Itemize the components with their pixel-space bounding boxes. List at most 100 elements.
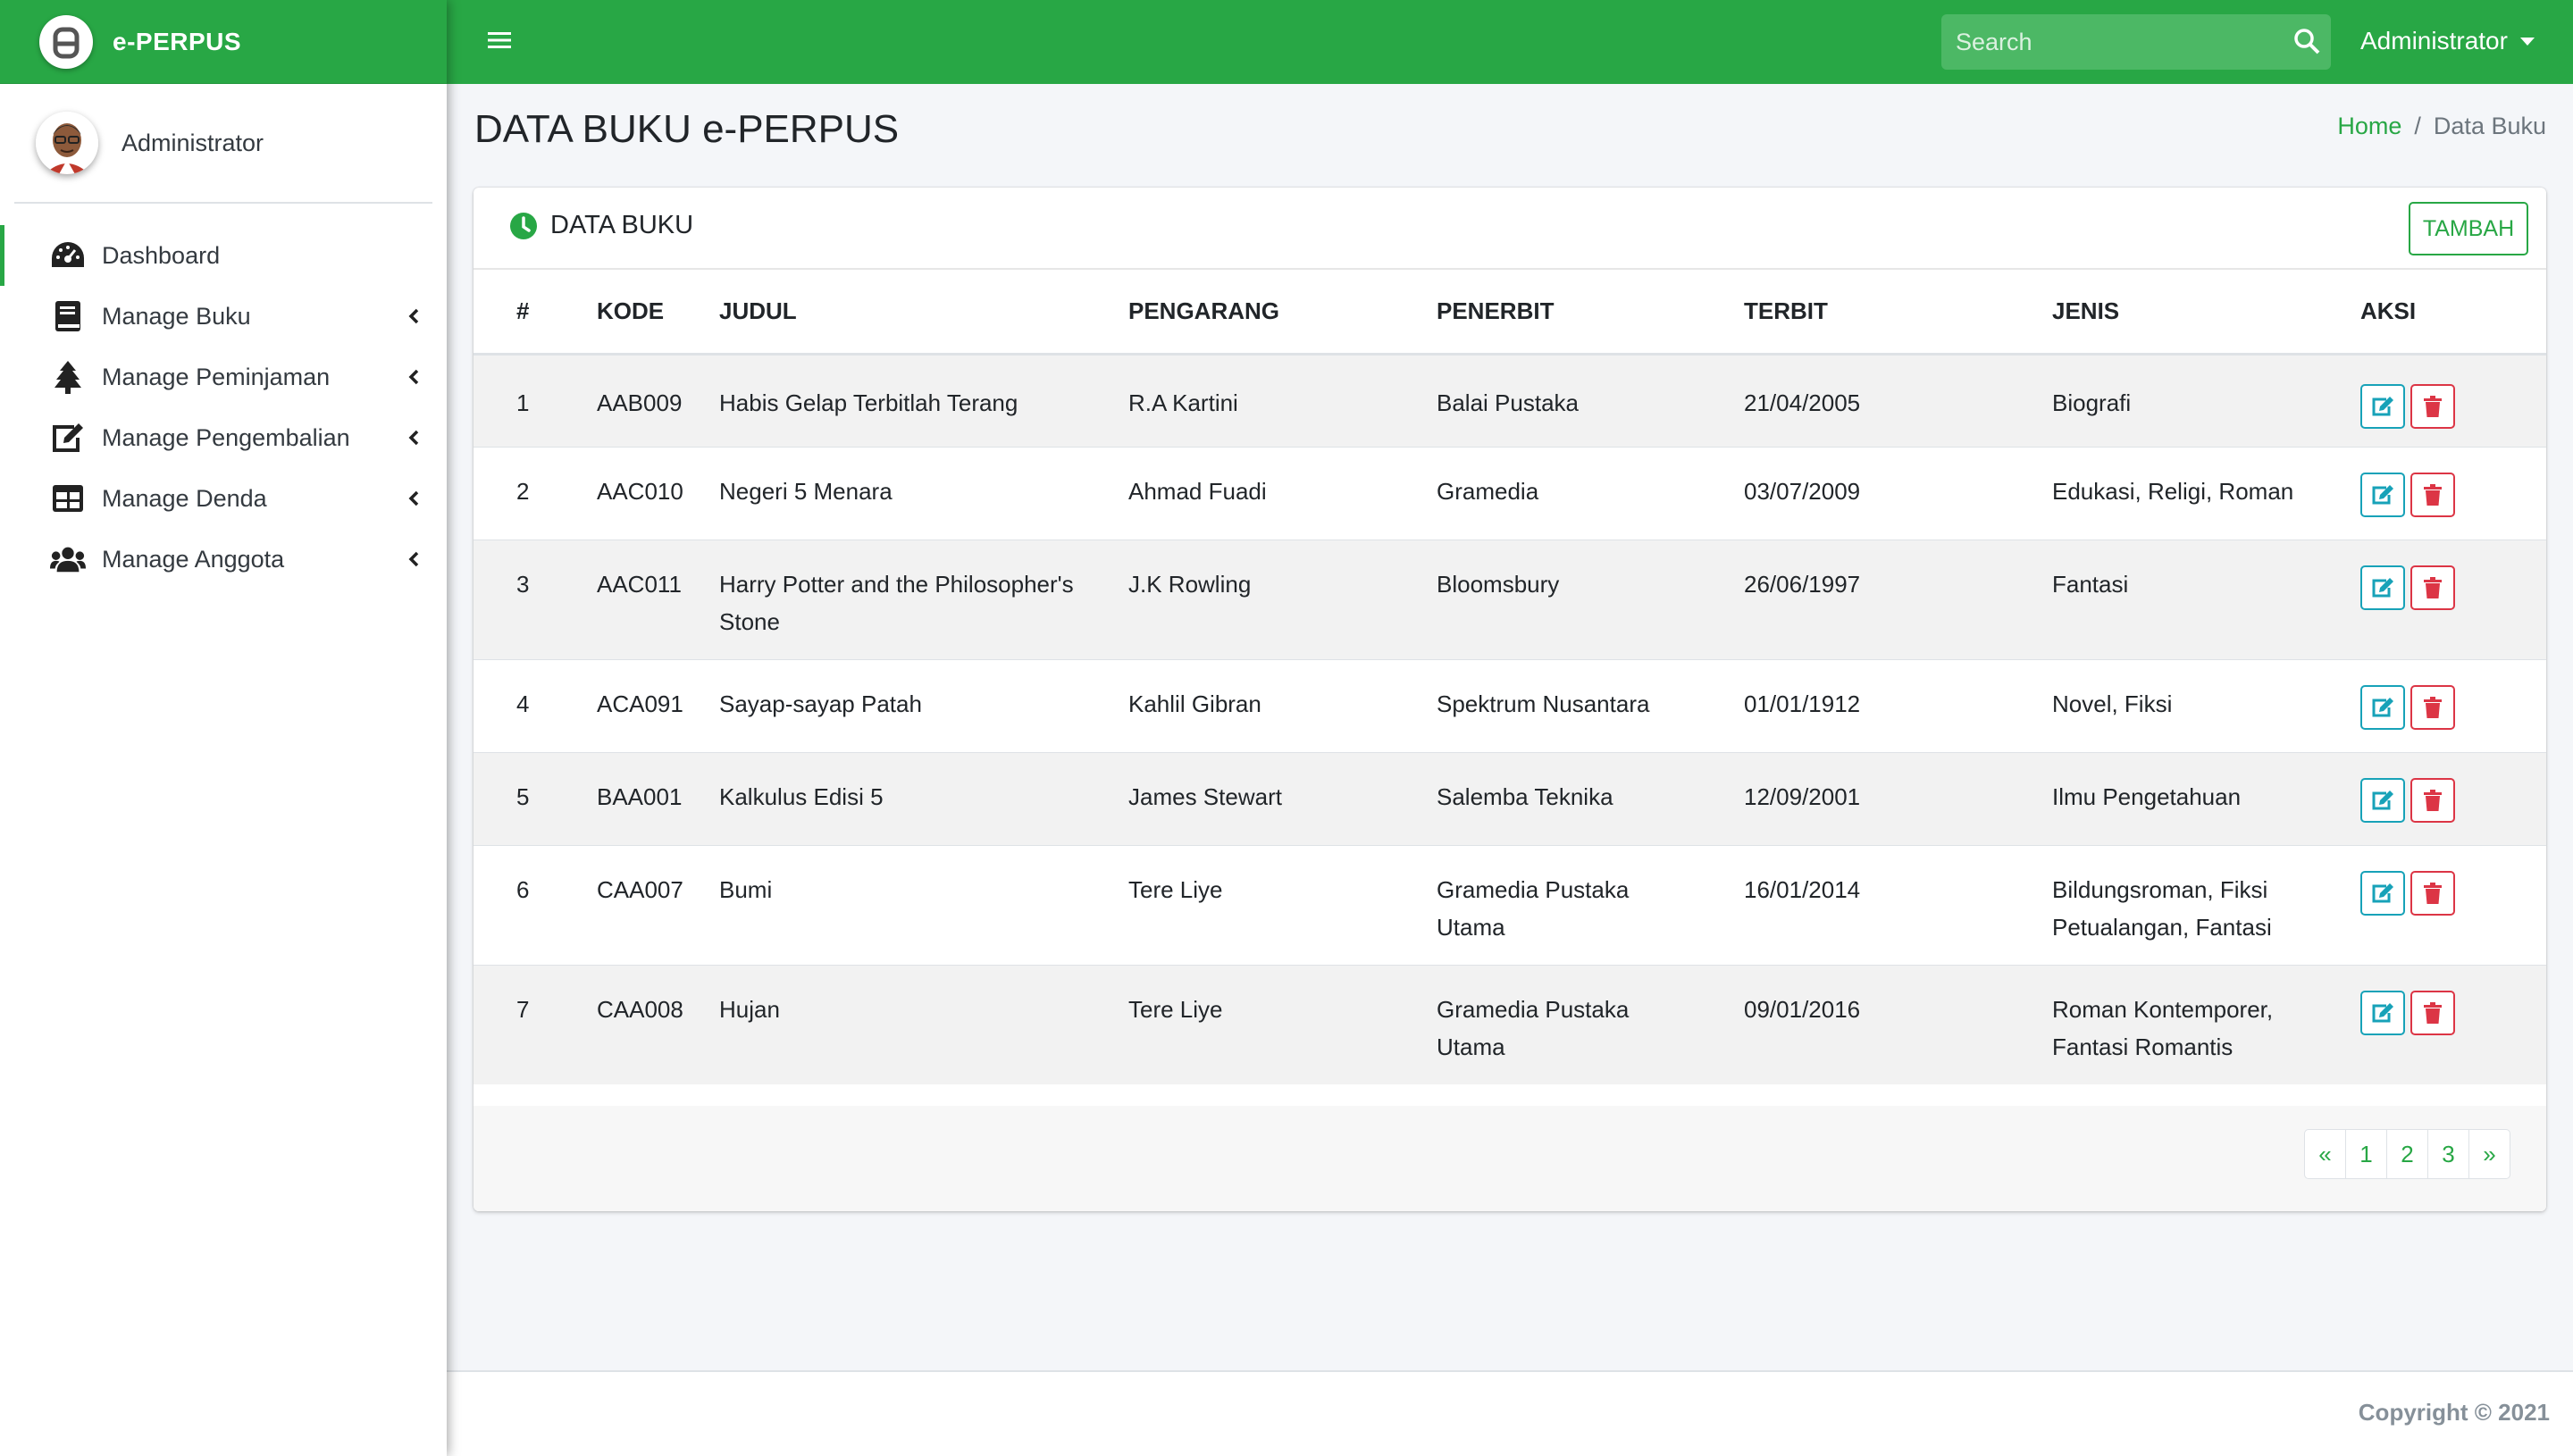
table-row: 6 CAA007 Bumi Tere Liye Gramedia Pustaka…: [474, 844, 2546, 965]
clock-icon: [510, 212, 537, 239]
chevron-left-icon: [407, 368, 420, 390]
cell-aksi: [2360, 353, 2546, 447]
delete-button[interactable]: [2410, 777, 2455, 823]
tachometer-icon: [50, 238, 86, 273]
table-row: 5 BAA001 Kalkulus Edisi 5 James Stewart …: [474, 751, 2546, 845]
cell-terbit: 03/07/2009: [1744, 446, 2052, 540]
delete-button[interactable]: [2410, 472, 2455, 517]
cell-aksi: [2360, 751, 2546, 845]
edit-button[interactable]: [2360, 777, 2405, 823]
edit-button[interactable]: [2360, 565, 2405, 610]
brand-link[interactable]: e-PERPUS: [0, 0, 447, 84]
pagination-page-2[interactable]: 2: [2386, 1129, 2428, 1179]
user-dropdown[interactable]: Administrator: [2360, 27, 2535, 55]
cell-penerbit: Gramedia Pustaka Utama: [1437, 844, 1744, 965]
edit-button[interactable]: [2360, 684, 2405, 730]
chevron-left-icon: [407, 307, 420, 330]
pagination-page-3[interactable]: 3: [2427, 1129, 2469, 1179]
cell-pengarang: R.A Kartini: [1128, 353, 1437, 447]
edit-button[interactable]: [2360, 990, 2405, 1035]
cell-aksi: [2360, 964, 2546, 1084]
edit-icon: [2372, 1002, 2393, 1022]
delete-button[interactable]: [2410, 684, 2455, 730]
cell-jenis: Fantasi: [2052, 539, 2360, 659]
sidebar-item-manage-peminjaman[interactable]: Manage Peminjaman: [0, 347, 447, 407]
cell-aksi: [2360, 658, 2546, 752]
edit-icon: [2372, 396, 2393, 415]
brand-logo-icon: [39, 14, 93, 69]
delete-button[interactable]: [2410, 383, 2455, 429]
cell-judul: Bumi: [719, 844, 1128, 965]
cell-pengarang: Kahlil Gibran: [1128, 658, 1437, 752]
sidebar-item-manage-anggota[interactable]: Manage Anggota: [0, 529, 447, 590]
delete-button[interactable]: [2410, 870, 2455, 916]
sidebar: e-PERPUS Administrator Dashboard Manage …: [0, 0, 447, 1456]
cell-no: 6: [474, 844, 597, 965]
column-header: #: [474, 270, 597, 356]
cell-judul: Harry Potter and the Philosopher's Stone: [719, 539, 1128, 659]
sidebar-item-manage-pengembalian[interactable]: Manage Pengembalian: [0, 407, 447, 468]
table-row: 7 CAA008 Hujan Tere Liye Gramedia Pustak…: [474, 964, 2546, 1084]
cell-no: 3: [474, 539, 597, 659]
edit-button[interactable]: [2360, 870, 2405, 916]
cell-pengarang: Ahmad Fuadi: [1128, 446, 1437, 540]
caret-down-icon: [2519, 37, 2535, 46]
trash-icon: [2424, 696, 2442, 718]
edit-icon: [2372, 577, 2393, 597]
cell-jenis: Roman Kontemporer, Fantasi Romantis: [2052, 964, 2360, 1084]
sidebar-user-name: Administrator: [122, 129, 264, 156]
books-table: # KODE JUDUL PENGARANG PENERBIT TERBIT J…: [474, 270, 2546, 1084]
breadcrumb-home-link[interactable]: Home: [2337, 113, 2401, 140]
edit-icon: [2372, 883, 2393, 902]
breadcrumb-current: Data Buku: [2433, 113, 2546, 139]
hamburger-menu-icon[interactable]: [488, 30, 511, 54]
delete-button[interactable]: [2410, 565, 2455, 610]
column-header: PENERBIT: [1437, 270, 1744, 356]
cell-no: 2: [474, 446, 597, 540]
cell-aksi: [2360, 844, 2546, 965]
trash-icon: [2424, 882, 2442, 904]
book-icon: [50, 298, 86, 334]
cell-penerbit: Balai Pustaka: [1437, 353, 1744, 447]
cell-terbit: 09/01/2016: [1744, 964, 2052, 1084]
delete-button[interactable]: [2410, 990, 2455, 1035]
sidebar-item-manage-buku[interactable]: Manage Buku: [0, 286, 447, 347]
add-book-button[interactable]: TAMBAH: [2409, 202, 2528, 255]
edit-icon: [2372, 790, 2393, 809]
chevron-left-icon: [407, 550, 420, 573]
search-box: [1941, 14, 2331, 70]
sidebar-item-dashboard[interactable]: Dashboard: [0, 225, 447, 286]
cell-terbit: 12/09/2001: [1744, 751, 2052, 845]
table-body: 1 AAB009 Habis Gelap Terbitlah Terang R.…: [474, 353, 2546, 1084]
cell-no: 5: [474, 751, 597, 845]
table-header-row: # KODE JUDUL PENGARANG PENERBIT TERBIT J…: [474, 270, 2546, 356]
user-dropdown-label: Administrator: [2360, 27, 2508, 54]
edit-button[interactable]: [2360, 472, 2405, 517]
table-row: 2 AAC010 Negeri 5 Menara Ahmad Fuadi Gra…: [474, 446, 2546, 540]
cell-pengarang: James Stewart: [1128, 751, 1437, 845]
user-panel[interactable]: Administrator: [14, 84, 432, 204]
cell-terbit: 26/06/1997: [1744, 539, 2052, 659]
edit-icon: [2372, 697, 2393, 716]
pagination-next[interactable]: »: [2468, 1129, 2510, 1179]
chevron-left-icon: [407, 429, 420, 451]
cell-kode: AAB009: [597, 353, 719, 447]
cell-jenis: Edukasi, Religi, Roman: [2052, 446, 2360, 540]
avatar: [36, 112, 98, 174]
cell-kode: CAA007: [597, 844, 719, 965]
cell-aksi: [2360, 539, 2546, 659]
page-title: DATA BUKU e-PERPUS: [474, 107, 900, 151]
edit-icon: [50, 420, 86, 456]
search-icon[interactable]: [2293, 28, 2320, 59]
edit-button[interactable]: [2360, 383, 2405, 429]
cell-kode: AAC010: [597, 446, 719, 540]
search-input[interactable]: [1941, 28, 2272, 56]
column-header: JUDUL: [719, 270, 1128, 356]
sidebar-item-manage-denda[interactable]: Manage Denda: [0, 468, 447, 529]
topbar: Administrator: [447, 0, 2573, 84]
cell-pengarang: J.K Rowling: [1128, 539, 1437, 659]
breadcrumb-separator: /: [2414, 113, 2421, 139]
sidebar-item-label: Dashboard: [102, 241, 221, 269]
pagination-page-1[interactable]: 1: [2345, 1129, 2387, 1179]
pagination-prev[interactable]: «: [2304, 1129, 2346, 1179]
